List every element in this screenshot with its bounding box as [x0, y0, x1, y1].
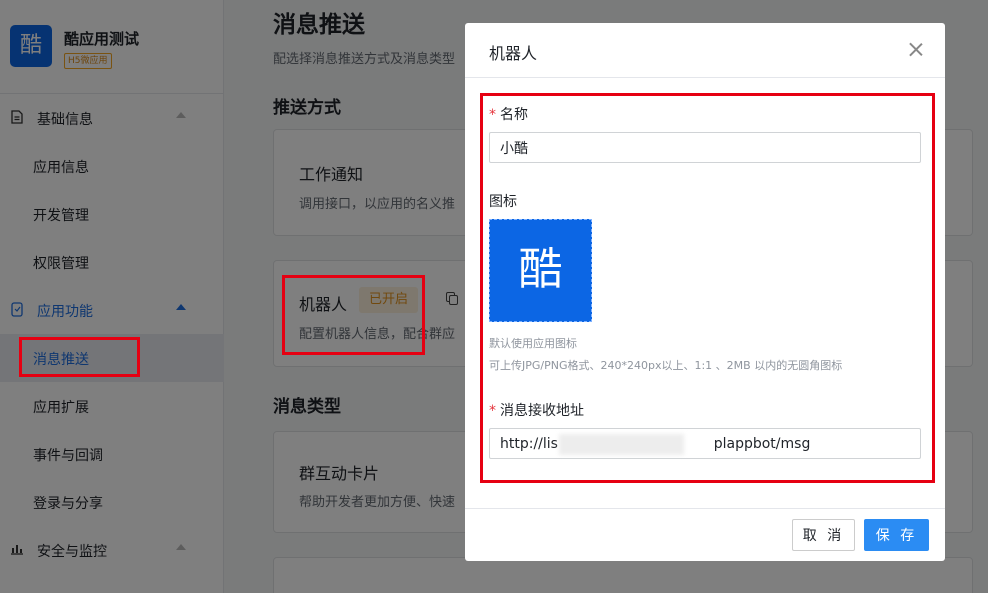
dialog-footer: 取 消 保 存	[465, 508, 945, 561]
save-button[interactable]: 保 存	[864, 519, 929, 551]
redacted-area	[559, 434, 684, 455]
dialog-title: 机器人	[489, 44, 538, 63]
name-label: * 名称	[489, 104, 528, 124]
url-label-text: 消息接收地址	[500, 403, 584, 419]
name-input[interactable]	[489, 132, 921, 163]
icon-hint-format: 可上传JPG/PNG格式、240*240px以上、1:1 、2MB 以内的无圆角…	[489, 359, 843, 372]
icon-hint-default: 默认使用应用图标	[489, 337, 577, 350]
cancel-button[interactable]: 取 消	[792, 519, 855, 551]
icon-label: 图标	[489, 194, 517, 210]
robot-dialog: 机器人 *名称 图标 酷 默认使用应用图标 可上传JPG/PNG格式、240*2…	[465, 23, 945, 561]
url-input[interactable]	[489, 428, 921, 459]
url-label: * 消息接收地址	[489, 400, 584, 420]
icon-upload-area[interactable]: 酷	[489, 219, 592, 322]
close-icon[interactable]	[907, 41, 925, 59]
name-label-text: 名称	[500, 107, 528, 123]
required-mark: *	[489, 403, 496, 419]
dialog-header: 机器人	[465, 23, 945, 78]
required-mark: *	[489, 107, 496, 123]
